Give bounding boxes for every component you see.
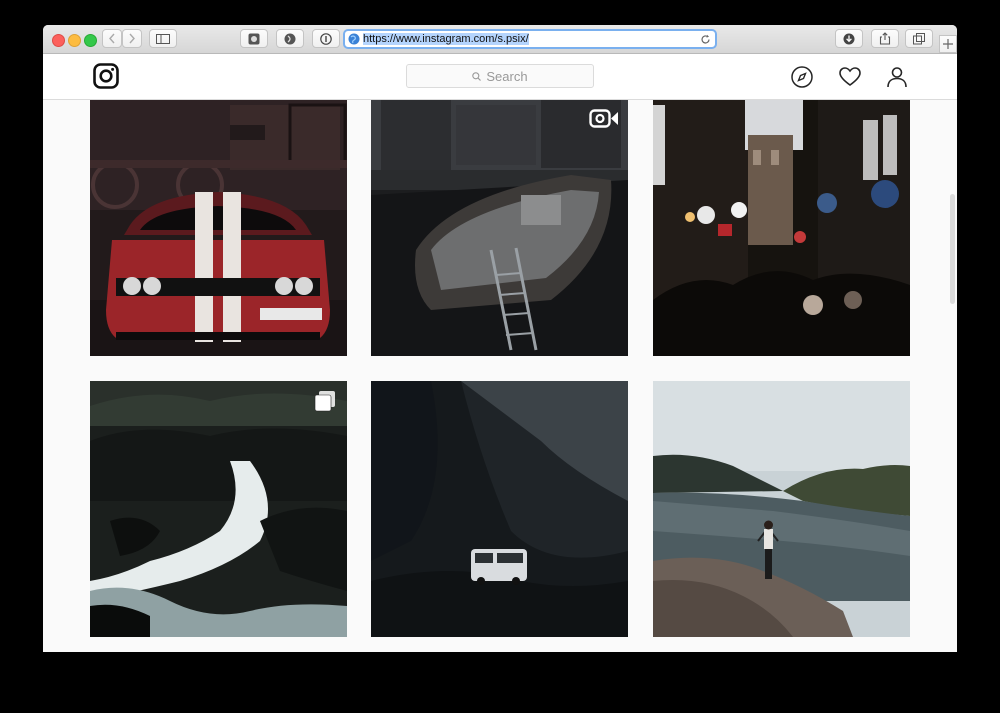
street-photo bbox=[653, 100, 910, 356]
sidebar-icon bbox=[156, 33, 170, 44]
post-van[interactable] bbox=[371, 381, 628, 637]
browser-toolbar: https://www.instagram.com/s.psix/ bbox=[43, 25, 957, 54]
post-street[interactable] bbox=[653, 100, 910, 356]
downloads-button[interactable] bbox=[835, 29, 863, 48]
minimize-window-button[interactable] bbox=[68, 34, 81, 47]
post-grid bbox=[43, 100, 957, 652]
post-waterfall[interactable] bbox=[90, 381, 347, 637]
van-photo bbox=[371, 381, 628, 637]
download-icon bbox=[843, 33, 855, 44]
share-icon bbox=[879, 32, 891, 45]
forward-button[interactable] bbox=[122, 29, 142, 48]
tabs-overview-button[interactable] bbox=[905, 29, 933, 48]
carousel-icon bbox=[314, 391, 335, 412]
extension-button-2[interactable] bbox=[276, 29, 304, 48]
compass-icon[interactable] bbox=[790, 65, 814, 89]
instagram-page: Search bbox=[43, 54, 957, 652]
tabs-icon bbox=[913, 32, 925, 44]
waterfall-photo bbox=[90, 381, 347, 637]
chevron-right-icon bbox=[129, 33, 135, 44]
new-tab-button[interactable] bbox=[939, 35, 957, 53]
search-icon bbox=[472, 71, 482, 81]
address-bar[interactable]: https://www.instagram.com/s.psix/ bbox=[343, 29, 717, 49]
extension-icon bbox=[284, 33, 296, 44]
reload-icon[interactable] bbox=[700, 34, 711, 45]
scrollbar[interactable] bbox=[950, 194, 955, 304]
video-icon bbox=[589, 109, 618, 128]
heart-icon[interactable] bbox=[838, 65, 862, 89]
post-lake[interactable] bbox=[653, 381, 910, 637]
search-input[interactable]: Search bbox=[406, 64, 594, 88]
browser-window: https://www.instagram.com/s.psix/ Search bbox=[43, 25, 957, 652]
back-button[interactable] bbox=[102, 29, 122, 48]
globe-icon bbox=[348, 33, 360, 45]
record-icon bbox=[248, 33, 260, 44]
extension-button-3[interactable] bbox=[312, 29, 340, 48]
info-icon bbox=[320, 32, 332, 45]
instagram-header: Search bbox=[43, 54, 957, 100]
url-text: https://www.instagram.com/s.psix/ bbox=[363, 33, 529, 45]
extension-button-1[interactable] bbox=[240, 29, 268, 48]
zoom-window-button[interactable] bbox=[84, 34, 97, 47]
share-button[interactable] bbox=[871, 29, 899, 48]
boat-photo bbox=[371, 100, 628, 356]
url-value: https://www.instagram.com/s.psix/ bbox=[363, 33, 529, 45]
plus-icon bbox=[943, 39, 953, 49]
lake-photo bbox=[653, 381, 910, 637]
search-placeholder: Search bbox=[486, 68, 528, 84]
chevron-left-icon bbox=[109, 33, 115, 44]
sidebar-button[interactable] bbox=[149, 29, 177, 48]
close-window-button[interactable] bbox=[52, 34, 65, 47]
car-photo bbox=[90, 100, 347, 356]
post-boat[interactable] bbox=[371, 100, 628, 356]
user-icon[interactable] bbox=[885, 65, 909, 89]
post-car[interactable] bbox=[90, 100, 347, 356]
instagram-camera-icon[interactable] bbox=[93, 63, 119, 89]
